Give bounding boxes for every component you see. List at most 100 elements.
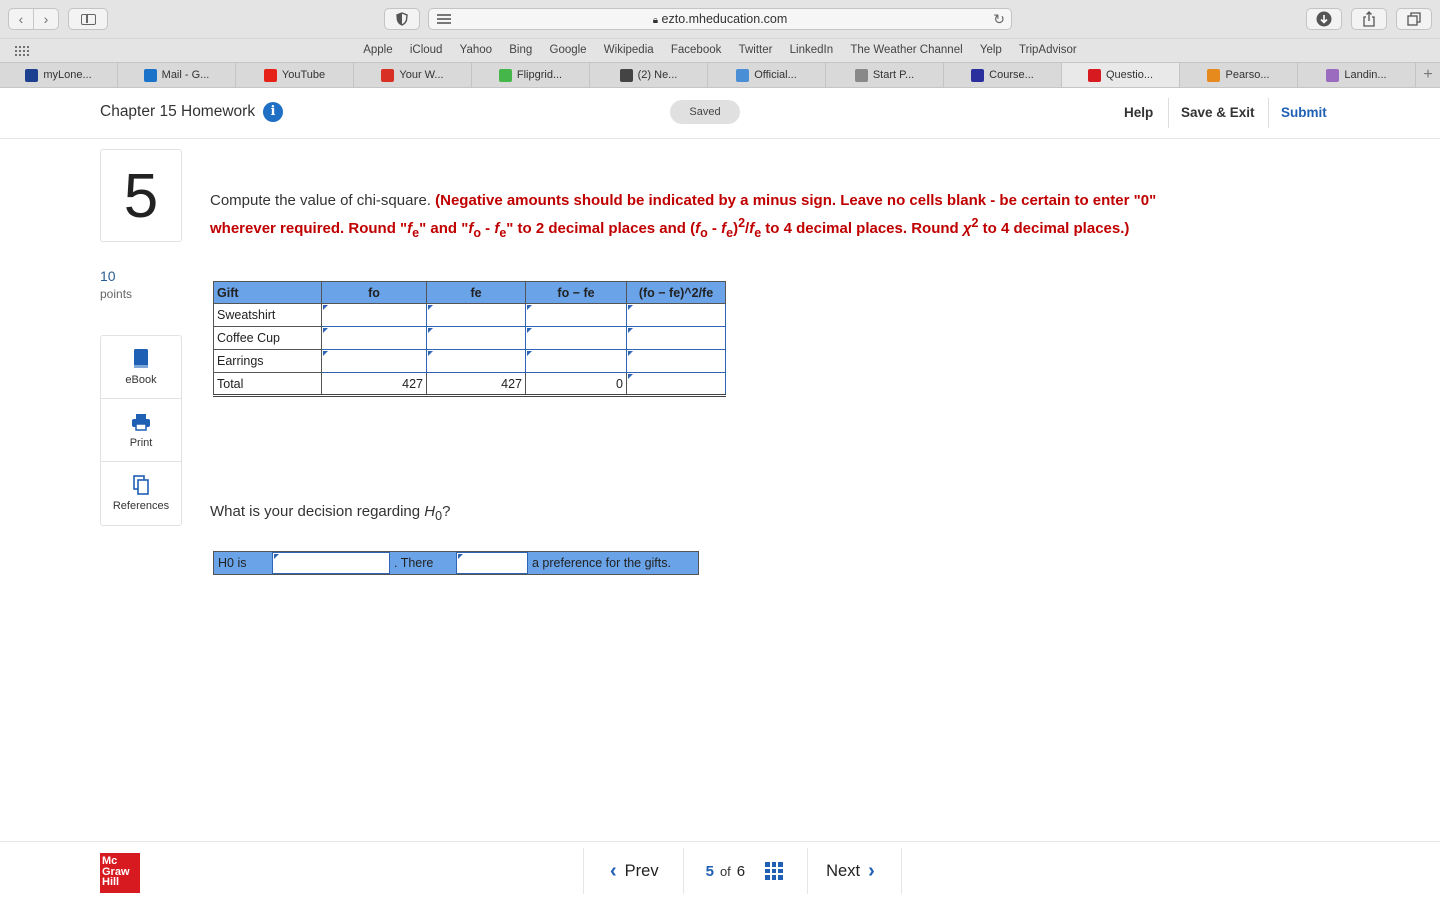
lock-icon: 🔒︎ bbox=[652, 15, 659, 26]
browser-tab[interactable]: Start P... bbox=[826, 63, 944, 87]
share-button[interactable] bbox=[1351, 8, 1387, 30]
coffee-cup-fo-input[interactable] bbox=[321, 326, 427, 350]
save-exit-button[interactable]: Save & Exit bbox=[1181, 105, 1255, 120]
favorite-apple[interactable]: Apple bbox=[363, 44, 392, 56]
tab-favicon-icon bbox=[1207, 68, 1221, 82]
tab-overview-button[interactable] bbox=[1396, 8, 1432, 30]
earrings-fo-input[interactable] bbox=[321, 349, 427, 373]
print-button[interactable]: Print bbox=[101, 399, 181, 462]
current-question: 5 bbox=[705, 862, 714, 880]
sweatshirt-chi-input[interactable] bbox=[626, 303, 726, 327]
history-nav: ‹ › bbox=[8, 8, 59, 30]
favorite-tripadvisor[interactable]: TripAdvisor bbox=[1019, 44, 1077, 56]
privacy-shield-button[interactable] bbox=[384, 8, 420, 30]
table-row: Coffee Cup bbox=[213, 326, 726, 350]
question-grid-icon[interactable] bbox=[765, 862, 784, 880]
back-icon[interactable]: ‹ bbox=[9, 9, 34, 29]
browser-tab[interactable]: Mail - G... bbox=[118, 63, 236, 87]
favorite-bing[interactable]: Bing bbox=[509, 44, 532, 56]
address-bar[interactable]: 🔒︎ ezto.mheducation.com ↻ bbox=[428, 8, 1012, 30]
printer-icon bbox=[132, 414, 150, 431]
row-label: Sweatshirt bbox=[213, 303, 322, 327]
total-fo: 427 bbox=[321, 372, 427, 397]
browser-tab[interactable]: Landin... bbox=[1298, 63, 1416, 87]
earrings-diff-input[interactable] bbox=[525, 349, 627, 373]
favorite-twitter[interactable]: Twitter bbox=[739, 44, 773, 56]
share-icon bbox=[1363, 11, 1375, 27]
browser-tab[interactable]: (2) Ne... bbox=[590, 63, 708, 87]
submit-button[interactable]: Submit bbox=[1281, 105, 1327, 120]
favorite-facebook[interactable]: Facebook bbox=[671, 44, 722, 56]
tab-favicon-icon bbox=[619, 68, 633, 82]
tab-favicon-icon bbox=[498, 68, 512, 82]
browser-tab[interactable]: Flipgrid... bbox=[472, 63, 590, 87]
references-button[interactable]: References bbox=[101, 462, 181, 525]
points-value: 10 bbox=[100, 268, 116, 284]
ebook-button[interactable]: eBook bbox=[101, 336, 181, 399]
earrings-chi-input[interactable] bbox=[626, 349, 726, 373]
favorite-yelp[interactable]: Yelp bbox=[980, 44, 1002, 56]
favorite-weather-channel[interactable]: The Weather Channel bbox=[850, 44, 962, 56]
sidebar-toggle-button[interactable] bbox=[68, 8, 108, 30]
shield-icon bbox=[396, 12, 408, 26]
help-button[interactable]: Help bbox=[1124, 105, 1153, 120]
tabs-icon bbox=[1407, 12, 1421, 26]
preference-select[interactable] bbox=[456, 552, 528, 574]
references-icon bbox=[133, 475, 149, 495]
coffee-cup-diff-input[interactable] bbox=[525, 326, 627, 350]
browser-toolbar: ‹ › 🔒︎ ezto.mheducation.com ↻ bbox=[0, 0, 1440, 38]
earrings-fe-input[interactable] bbox=[426, 349, 526, 373]
favorites-bar: Apple iCloud Yahoo Bing Google Wikipedia… bbox=[0, 38, 1440, 62]
sweatshirt-fe-input[interactable] bbox=[426, 303, 526, 327]
favorite-yahoo[interactable]: Yahoo bbox=[460, 44, 492, 56]
total-questions: 6 bbox=[736, 862, 746, 880]
tab-favicon-icon bbox=[736, 68, 750, 82]
browser-tab[interactable]: Questio... bbox=[1062, 63, 1180, 87]
footer: Mc Graw Hill ‹ Prev 5 of 6 Next › bbox=[0, 841, 1440, 900]
browser-tab[interactable]: Official... bbox=[708, 63, 826, 87]
saved-status-badge: Saved bbox=[670, 100, 740, 124]
page-indicator[interactable]: 5 of 6 bbox=[682, 848, 808, 894]
info-icon[interactable]: i bbox=[263, 102, 283, 122]
new-tab-icon[interactable]: + bbox=[1416, 63, 1440, 87]
favorite-icloud[interactable]: iCloud bbox=[410, 44, 443, 56]
prev-button[interactable]: ‹ Prev bbox=[583, 848, 683, 894]
header-fe: fe bbox=[426, 281, 526, 304]
downloads-button[interactable] bbox=[1306, 8, 1342, 30]
sweatshirt-diff-input[interactable] bbox=[525, 303, 627, 327]
sweatshirt-fo-input[interactable] bbox=[321, 303, 427, 327]
favorite-wikipedia[interactable]: Wikipedia bbox=[604, 44, 654, 56]
total-fe: 427 bbox=[426, 372, 526, 397]
coffee-cup-fe-input[interactable] bbox=[426, 326, 526, 350]
forward-icon[interactable]: › bbox=[34, 9, 58, 29]
tab-favicon-icon bbox=[1326, 68, 1340, 82]
chi-square-total-input[interactable] bbox=[626, 372, 726, 397]
browser-tab[interactable]: Course... bbox=[944, 63, 1062, 87]
browser-tab[interactable]: Pearso... bbox=[1180, 63, 1298, 87]
browser-tab[interactable]: YouTube bbox=[236, 63, 354, 87]
header-chi-component: (fo − fe)^2/fe bbox=[626, 281, 726, 304]
download-icon bbox=[1316, 11, 1332, 27]
h0-decision-select[interactable] bbox=[272, 552, 390, 574]
tab-favicon-icon bbox=[143, 68, 157, 82]
header-fo: fo bbox=[321, 281, 427, 304]
question-pager: ‹ Prev 5 of 6 Next › bbox=[583, 848, 902, 894]
chevron-right-icon: › bbox=[868, 859, 875, 882]
tab-favicon-icon bbox=[1087, 68, 1101, 82]
assignment-header: Chapter 15 Homework i Saved Help Save & … bbox=[0, 88, 1440, 139]
h0-label: H0 is bbox=[214, 552, 272, 574]
sidebar-icon bbox=[81, 14, 96, 25]
question-number: 5 bbox=[100, 149, 182, 242]
favorite-google[interactable]: Google bbox=[550, 44, 587, 56]
reload-icon[interactable]: ↻ bbox=[993, 9, 1005, 29]
browser-tab[interactable]: Your W... bbox=[354, 63, 472, 87]
reader-icon[interactable] bbox=[437, 14, 451, 26]
browser-tab[interactable]: myLone... bbox=[0, 63, 118, 87]
chevron-left-icon: ‹ bbox=[610, 859, 617, 882]
next-button[interactable]: Next › bbox=[807, 848, 902, 894]
mcgraw-hill-logo: Mc Graw Hill bbox=[100, 853, 140, 893]
favorite-linkedin[interactable]: LinkedIn bbox=[790, 44, 833, 56]
total-diff: 0 bbox=[525, 372, 627, 397]
chi-square-table: Gift fo fe fo − fe (fo − fe)^2/fe Sweats… bbox=[213, 281, 726, 397]
coffee-cup-chi-input[interactable] bbox=[626, 326, 726, 350]
